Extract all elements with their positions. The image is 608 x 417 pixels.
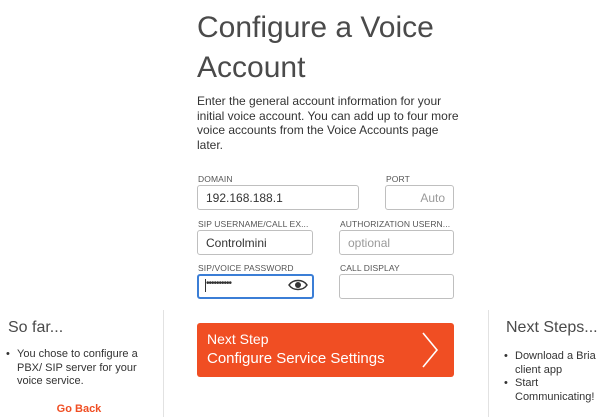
page-title-line2: Account — [197, 51, 306, 84]
so-far-item: You chose to configure a PBX/ SIP server… — [0, 348, 158, 389]
chevron-right-icon — [422, 332, 439, 368]
so-far-title: So far... — [8, 319, 64, 336]
port-label: PORT — [386, 174, 410, 184]
password-masked-value: •••••••••• — [206, 278, 232, 289]
domain-label: DOMAIN — [198, 174, 233, 184]
right-divider — [488, 310, 489, 417]
auth-username-input[interactable] — [339, 230, 454, 255]
intro-text: Enter the general account information fo… — [197, 94, 459, 152]
call-display-input[interactable] — [339, 274, 454, 299]
next-steps-item: Start Communicating! — [498, 377, 608, 404]
next-step-label: Next Step — [207, 331, 269, 347]
call-display-label: CALL DISPLAY — [340, 263, 400, 273]
left-divider — [163, 310, 164, 417]
sip-username-label: SIP USERNAME/CALL EX... — [198, 219, 309, 229]
next-step-button[interactable]: Next Step Configure Service Settings — [197, 323, 454, 377]
eye-icon[interactable] — [288, 278, 308, 292]
password-label: SIP/VOICE PASSWORD — [198, 263, 294, 273]
port-input[interactable] — [385, 185, 454, 210]
next-step-sublabel: Configure Service Settings — [207, 350, 385, 367]
domain-input[interactable] — [197, 185, 359, 210]
next-steps-title: Next Steps... — [506, 319, 598, 336]
next-steps-item: Download a Bria client app — [498, 350, 608, 377]
go-back-link[interactable]: Go Back — [0, 403, 158, 415]
sip-username-input[interactable] — [197, 230, 313, 255]
so-far-list: You chose to configure a PBX/ SIP server… — [0, 348, 158, 389]
page-title-line1: Configure a Voice — [197, 11, 434, 44]
page-title: Configure a Voice Account — [197, 8, 497, 88]
auth-username-label: AUTHORIZATION USERN... — [340, 219, 451, 229]
next-steps-list: Download a Bria client app Start Communi… — [498, 350, 608, 404]
